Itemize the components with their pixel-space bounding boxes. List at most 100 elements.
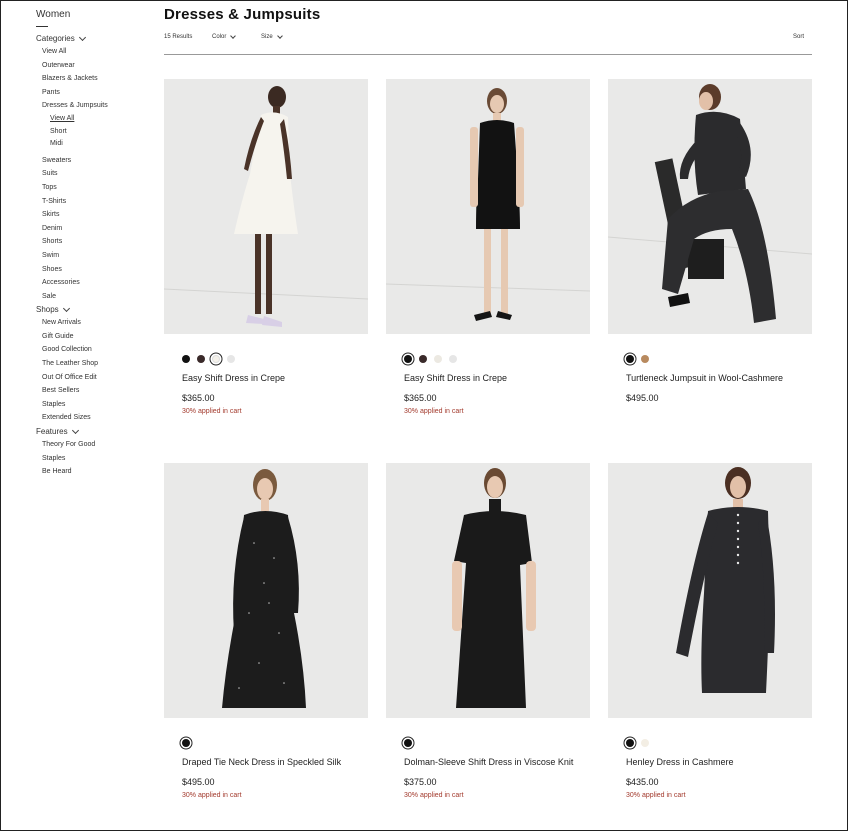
swatch-black[interactable] — [626, 739, 634, 747]
sidebar-section-label: Features — [36, 427, 68, 437]
sidebar-item-shorts[interactable]: Shorts — [42, 235, 156, 249]
sidebar-item-skirts[interactable]: Skirts — [42, 208, 156, 222]
product-name[interactable]: Henley Dress in Cashmere — [626, 756, 796, 768]
model-figure — [386, 88, 590, 321]
sidebar-item-outerwear[interactable]: Outerwear — [42, 59, 156, 73]
sidebar-title-underline — [36, 26, 48, 27]
swatch-black[interactable] — [404, 355, 412, 363]
promo-text: 30% applied in cart — [404, 792, 464, 799]
filter-bar: 15 Results Color Size Sort — [164, 33, 812, 55]
product-price: $375.00 — [404, 777, 437, 787]
sidebar-item-sweaters[interactable]: Sweaters — [42, 154, 156, 168]
sort-dropdown[interactable]: Sort — [793, 34, 804, 40]
sidebar-item-t-shirts[interactable]: T-Shirts — [42, 195, 156, 209]
chevron-down-icon — [276, 33, 283, 39]
sidebar-item-be-heard[interactable]: Be Heard — [42, 465, 156, 479]
sidebar-item-view-all[interactable]: View All — [42, 45, 156, 59]
swatch-black[interactable] — [182, 355, 190, 363]
color-filter-dropdown[interactable]: Color — [212, 33, 237, 40]
product-name[interactable]: Turtleneck Jumpsuit in Wool-Cashmere — [626, 372, 796, 384]
sidebar-section-label: Categories — [36, 34, 75, 43]
size-filter-label: Size — [261, 34, 273, 40]
size-filter-dropdown[interactable]: Size — [261, 33, 283, 40]
sidebar-section-features[interactable]: Features — [36, 425, 156, 438]
color-swatches — [404, 737, 590, 749]
sidebar-item-sale[interactable]: Sale — [42, 290, 156, 304]
sidebar-title[interactable]: Women — [36, 9, 156, 20]
swatch-black[interactable] — [182, 739, 190, 747]
sidebar-section-shops[interactable]: Shops — [36, 303, 156, 316]
color-swatches — [626, 737, 812, 749]
sidebar-item-swim[interactable]: Swim — [42, 249, 156, 263]
swatch-dark-brown[interactable] — [197, 355, 205, 363]
sidebar-item-extended-sizes[interactable]: Extended Sizes — [42, 411, 156, 425]
sidebar-item-denim[interactable]: Denim — [42, 222, 156, 236]
sidebar-item-suits[interactable]: Suits — [42, 167, 156, 181]
product-card[interactable]: Dolman-Sleeve Shift Dress in Viscose Kni… — [386, 463, 590, 799]
category-sidebar: Women Categories View All Outerwear Blaz… — [36, 9, 156, 479]
product-price: $365.00 — [182, 393, 215, 403]
color-swatches — [182, 353, 368, 365]
swatch-cream[interactable] — [434, 355, 442, 363]
product-name[interactable]: Easy Shift Dress in Crepe — [182, 372, 352, 384]
swatch-light-gray[interactable] — [227, 355, 235, 363]
swatch-ivory[interactable] — [212, 355, 220, 363]
sidebar-item-gift-guide[interactable]: Gift Guide — [42, 330, 156, 344]
model-figure — [452, 468, 536, 708]
product-card[interactable]: Turtleneck Jumpsuit in Wool-Cashmere $49… — [608, 79, 812, 408]
swatch-camel[interactable] — [641, 355, 649, 363]
promo-text: 30% applied in cart — [626, 792, 686, 799]
model-figure — [676, 467, 775, 693]
product-name[interactable]: Easy Shift Dress in Crepe — [404, 372, 574, 384]
product-name[interactable]: Draped Tie Neck Dress in Speckled Silk — [182, 756, 352, 768]
product-image[interactable] — [386, 463, 590, 718]
product-image[interactable] — [608, 463, 812, 718]
sidebar-item-pants[interactable]: Pants — [42, 86, 156, 100]
chevron-down-icon — [78, 33, 86, 41]
results-count: 15 Results — [164, 34, 193, 40]
sidebar-item-blazers-jackets[interactable]: Blazers & Jackets — [42, 72, 156, 86]
features-list: Theory For Good Staples Be Heard — [36, 438, 156, 479]
sidebar-subitem-view-all[interactable]: View All — [50, 113, 156, 126]
swatch-light-gray[interactable] — [449, 355, 457, 363]
product-card[interactable]: Henley Dress in Cashmere $435.00 30% app… — [608, 463, 812, 799]
sidebar-section-categories[interactable]: Categories — [36, 32, 156, 45]
categories-list-continued: Sweaters Suits Tops T-Shirts Skirts Deni… — [36, 154, 156, 304]
sidebar-item-dresses-jumpsuits[interactable]: Dresses & Jumpsuits — [42, 99, 156, 113]
product-image[interactable] — [164, 79, 368, 334]
product-image[interactable] — [164, 463, 368, 718]
sidebar-subitem-short[interactable]: Short — [50, 126, 156, 139]
swatch-cream[interactable] — [641, 739, 649, 747]
sidebar-item-good-collection[interactable]: Good Collection — [42, 343, 156, 357]
color-swatches — [182, 737, 368, 749]
sidebar-item-accessories[interactable]: Accessories — [42, 276, 156, 290]
sidebar-item-best-sellers[interactable]: Best Sellers — [42, 384, 156, 398]
sidebar-subitem-midi[interactable]: Midi — [50, 138, 156, 151]
product-card[interactable]: Easy Shift Dress in Crepe $365.00 30% ap… — [386, 79, 590, 415]
product-card[interactable]: Easy Shift Dress in Crepe $365.00 30% ap… — [164, 79, 368, 415]
sidebar-item-staples[interactable]: Staples — [42, 398, 156, 412]
swatch-dark-brown[interactable] — [419, 355, 427, 363]
product-card[interactable]: Draped Tie Neck Dress in Speckled Silk $… — [164, 463, 368, 799]
sidebar-item-features-staples[interactable]: Staples — [42, 452, 156, 466]
product-price: $435.00 — [626, 777, 659, 787]
color-swatches — [626, 353, 812, 365]
model-figure — [222, 469, 306, 708]
sidebar-item-theory-for-good[interactable]: Theory For Good — [42, 438, 156, 452]
sidebar-item-tops[interactable]: Tops — [42, 181, 156, 195]
product-image[interactable] — [608, 79, 812, 334]
categories-list: View All Outerwear Blazers & Jackets Pan… — [36, 45, 156, 113]
sidebar-item-out-of-office-edit[interactable]: Out Of Office Edit — [42, 371, 156, 385]
promo-text: 30% applied in cart — [404, 408, 464, 415]
product-price: $495.00 — [182, 777, 215, 787]
chevron-down-icon — [62, 304, 70, 312]
product-image[interactable] — [386, 79, 590, 334]
shops-list: New Arrivals Gift Guide Good Collection … — [36, 316, 156, 425]
sidebar-item-shoes[interactable]: Shoes — [42, 263, 156, 277]
swatch-black[interactable] — [404, 739, 412, 747]
page-title: Dresses & Jumpsuits — [164, 6, 321, 23]
swatch-black[interactable] — [626, 355, 634, 363]
sidebar-item-leather-shop[interactable]: The Leather Shop — [42, 357, 156, 371]
product-name[interactable]: Dolman-Sleeve Shift Dress in Viscose Kni… — [404, 756, 574, 768]
sidebar-item-new-arrivals[interactable]: New Arrivals — [42, 316, 156, 330]
